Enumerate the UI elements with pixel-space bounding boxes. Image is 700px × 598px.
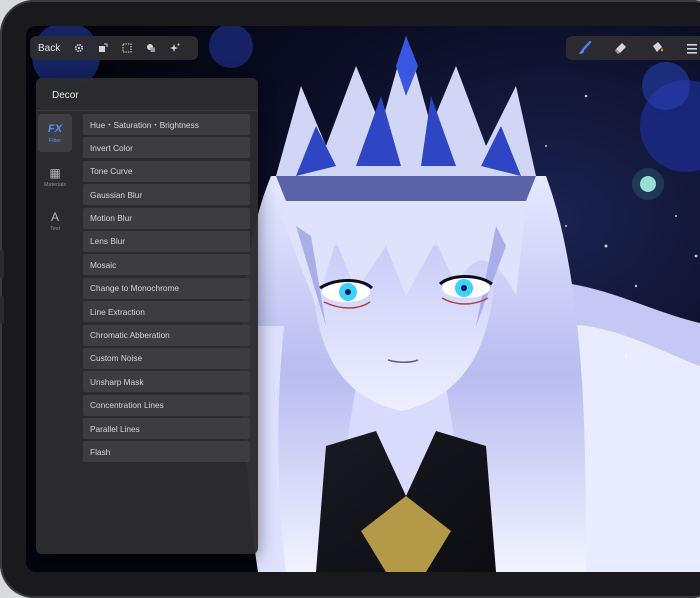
filter-item-custom-noise[interactable]: Custom Noise — [83, 347, 250, 369]
filter-item-mosaic[interactable]: Mosaic — [83, 254, 250, 276]
panel-title: Decor — [52, 90, 79, 101]
filter-item-invert-color[interactable]: Invert Color — [83, 137, 250, 159]
materials-icon: ▦ — [49, 165, 61, 180]
layer-shapes-icon[interactable] — [144, 41, 158, 55]
panel-side-tabs: FX Filter ▦ Materials A Text — [36, 114, 74, 246]
text-icon: A — [50, 209, 59, 224]
filter-item-parallel-lines[interactable]: Parallel Lines — [83, 418, 250, 440]
filter-list: Hue・Saturation・Brightness Invert Color T… — [83, 114, 250, 465]
selection-icon[interactable] — [120, 41, 134, 55]
brush-icon[interactable] — [578, 41, 592, 55]
sparkle-icon[interactable] — [168, 41, 182, 55]
top-toolbar-right — [566, 36, 700, 60]
transform-icon[interactable] — [96, 41, 110, 55]
tab-label: Text — [49, 225, 61, 232]
filter-item-motion-blur[interactable]: Motion Blur — [83, 207, 250, 229]
tab-materials[interactable]: ▦ Materials — [36, 158, 74, 196]
filter-item-tone-curve[interactable]: Tone Curve — [83, 160, 250, 182]
volume-button — [0, 250, 4, 278]
back-button[interactable]: Back — [36, 41, 62, 56]
decor-panel: Decor FX Filter ▦ Materials A Text Hue・S… — [36, 78, 258, 554]
tab-label: Filter — [48, 137, 62, 144]
tablet-frame: Back Decor FX Filter ▦ Materials A Text … — [0, 0, 700, 598]
filter-item-line-extraction[interactable]: Line Extraction — [83, 301, 250, 323]
tab-text[interactable]: A Text — [36, 202, 74, 240]
tab-filter[interactable]: FX Filter — [38, 114, 72, 152]
panel-divider — [36, 110, 258, 111]
filter-item-flash[interactable]: Flash — [83, 441, 250, 463]
more-icon[interactable] — [686, 41, 700, 55]
tab-label: Materials — [43, 181, 67, 188]
filter-item-concentration-lines[interactable]: Concentration Lines — [83, 394, 250, 416]
top-toolbar-left: Back — [30, 36, 198, 60]
eraser-icon[interactable] — [614, 41, 628, 55]
gear-icon[interactable] — [72, 41, 86, 55]
filter-item-hue-saturation-brightness[interactable]: Hue・Saturation・Brightness — [83, 114, 250, 135]
filter-item-unsharp-mask[interactable]: Unsharp Mask — [83, 371, 250, 393]
screen: Back Decor FX Filter ▦ Materials A Text … — [26, 26, 700, 572]
filter-item-lens-blur[interactable]: Lens Blur — [83, 230, 250, 252]
filter-item-gaussian-blur[interactable]: Gaussian Blur — [83, 184, 250, 206]
volume-button — [0, 296, 4, 324]
fill-bucket-icon[interactable] — [650, 41, 664, 55]
filter-item-change-to-monochrome[interactable]: Change to Monochrome — [83, 277, 250, 299]
fx-icon: FX — [47, 122, 63, 135]
filter-item-chromatic-abberation[interactable]: Chromatic Abberation — [83, 324, 250, 346]
